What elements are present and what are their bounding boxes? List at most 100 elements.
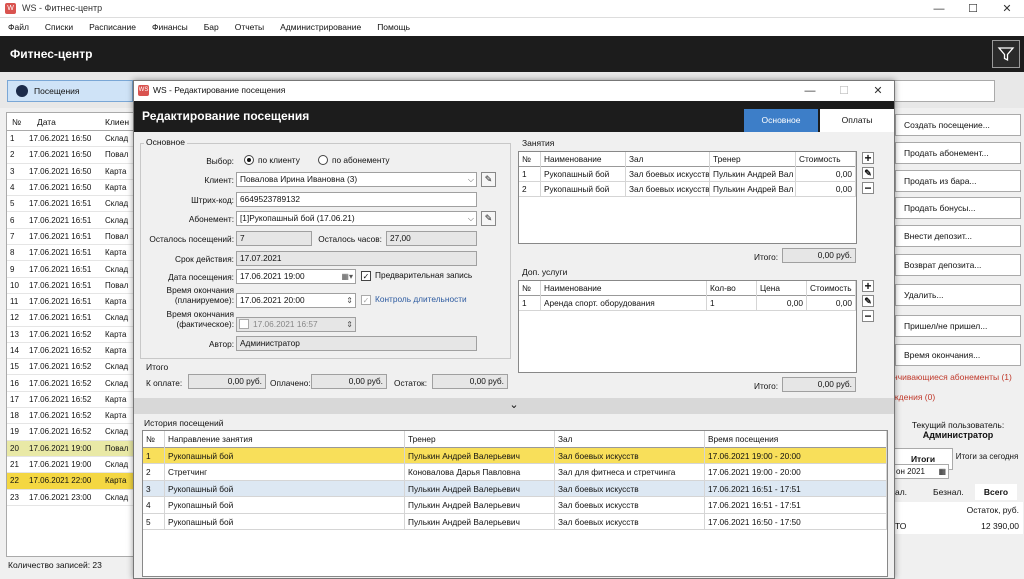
table-row[interactable]: 21 17.06.2021 19:00 Склад bbox=[7, 457, 135, 474]
col-total[interactable]: Всего bbox=[975, 484, 1017, 500]
end-time-button[interactable]: Время окончания... bbox=[895, 344, 1021, 366]
col-cash[interactable]: ал. bbox=[893, 484, 933, 500]
table-row[interactable]: 3 Рукопашный бой Пулькин Андрей Валерьевич… bbox=[143, 480, 887, 497]
subscription-select[interactable]: [1]Рукопашный бой (17.06.21) ⌵ bbox=[236, 211, 477, 226]
table-row[interactable]: 13 17.06.2021 16:52 Карта bbox=[7, 327, 135, 343]
attendance-button[interactable]: Пришел/не пришел... bbox=[895, 315, 1021, 337]
table-row[interactable]: 5 17.06.2021 16:51 Склад bbox=[7, 196, 135, 213]
client-select[interactable]: Повалова Ирина Ивановна (3) ⌵ bbox=[236, 172, 477, 187]
menu-help[interactable]: Помощь bbox=[377, 22, 410, 32]
table-row[interactable]: 12 17.06.2021 16:51 Склад bbox=[7, 310, 135, 327]
table-row[interactable]: 23 17.06.2021 23:00 Склад bbox=[7, 490, 135, 506]
table-row[interactable]: 5 Рукопашный бой Пулькин Андрей Валерьевич… bbox=[143, 513, 887, 530]
table-row[interactable]: 14 17.06.2021 16:52 Карта bbox=[7, 343, 135, 360]
remove-extra-button[interactable]: − bbox=[862, 310, 874, 322]
col-header[interactable]: Зал bbox=[555, 431, 705, 448]
deposit-return-button[interactable]: Возврат депозита... bbox=[895, 254, 1021, 276]
collapse-toggle[interactable]: ⌄ bbox=[134, 398, 894, 414]
table-row[interactable]: 10 17.06.2021 16:51 Повал bbox=[7, 278, 135, 294]
table-row[interactable]: 18 17.06.2021 16:52 Карта bbox=[7, 408, 135, 425]
radio-by-client[interactable] bbox=[244, 155, 254, 165]
menu-reports[interactable]: Отчеты bbox=[235, 22, 264, 32]
table-row[interactable]: 15 17.06.2021 16:52 Склад bbox=[7, 359, 135, 376]
col-header[interactable]: № bbox=[519, 281, 541, 296]
expiring-subscriptions-link[interactable]: нчивающиеся абонементы (1) bbox=[893, 372, 1012, 382]
prebook-checkbox[interactable]: ✓ bbox=[361, 271, 371, 281]
deposit-button[interactable]: Внести депозит... bbox=[895, 225, 1021, 247]
minimize-icon[interactable]: — bbox=[922, 0, 956, 18]
minimize-icon[interactable]: — bbox=[794, 81, 826, 101]
delete-button[interactable]: Удалить... bbox=[895, 284, 1021, 306]
col-noncash[interactable]: Безнал. bbox=[933, 484, 975, 500]
table-row[interactable]: 4 17.06.2021 16:50 Карта bbox=[7, 180, 135, 197]
menu-lists[interactable]: Списки bbox=[45, 22, 73, 32]
edit-subscription-button[interactable]: ✎ bbox=[481, 211, 496, 226]
visit-date-picker[interactable]: 17.06.2021 19:00 ▦▾ bbox=[236, 269, 356, 284]
col-header[interactable]: Клиен bbox=[105, 117, 135, 127]
date-picker[interactable]: он 2021 ▦ bbox=[893, 464, 949, 479]
table-row[interactable]: 3 17.06.2021 16:50 Карта bbox=[7, 164, 135, 180]
table-row[interactable]: 2 Стретчинг Коновалова Дарья Павловна Зал д… bbox=[143, 464, 887, 481]
col-header[interactable]: Стоимость bbox=[796, 152, 856, 167]
add-extra-button[interactable]: + bbox=[862, 280, 874, 292]
edit-client-button[interactable]: ✎ bbox=[481, 172, 496, 187]
table-row[interactable]: 16 17.06.2021 16:52 Склад bbox=[7, 375, 135, 392]
col-header[interactable]: Направление занятия bbox=[165, 431, 405, 448]
col-header[interactable]: Наименование bbox=[541, 281, 707, 296]
sell-bonuses-button[interactable]: Продать бонусы... bbox=[895, 197, 1021, 219]
menu-bar-item[interactable]: Бар bbox=[204, 22, 219, 32]
menu-file[interactable]: Файл bbox=[8, 22, 29, 32]
barcode-input[interactable]: 6649523789132 bbox=[236, 192, 477, 207]
table-row[interactable]: 1 17.06.2021 16:50 Склад bbox=[7, 131, 135, 148]
col-header[interactable]: Время посещения bbox=[705, 431, 887, 448]
table-row[interactable]: 1 Рукопашный бой Пулькин Андрей Валерьевич… bbox=[143, 447, 887, 464]
col-header[interactable]: № bbox=[143, 431, 165, 448]
col-header[interactable]: Кол-во bbox=[707, 281, 757, 296]
tab-totals-today[interactable]: Итоги за сегодня bbox=[955, 448, 1019, 478]
table-row[interactable]: 4 Рукопашный бой Пулькин Андрей Валерьевич… bbox=[143, 497, 887, 514]
sell-subscription-button[interactable]: Продать абонемент... bbox=[895, 142, 1021, 164]
col-header[interactable]: Тренер bbox=[710, 152, 796, 167]
table-row[interactable]: 22 17.06.2021 22:00 Карта bbox=[7, 473, 135, 490]
edit-class-button[interactable]: ✎ bbox=[862, 167, 874, 179]
col-header[interactable]: Цена bbox=[757, 281, 807, 296]
duration-control-checkbox[interactable]: ✓ bbox=[361, 295, 371, 305]
filter-button[interactable] bbox=[992, 40, 1020, 68]
col-header[interactable]: Тренер bbox=[405, 431, 555, 448]
end-actual-input[interactable]: 17.06.2021 16:57 ⇕ bbox=[236, 317, 356, 332]
table-row[interactable]: 9 17.06.2021 16:51 Склад bbox=[7, 261, 135, 278]
sell-from-bar-button[interactable]: Продать из бара... bbox=[895, 170, 1021, 192]
birthdays-link[interactable]: ждения (0) bbox=[893, 392, 935, 402]
edit-extra-button[interactable]: ✎ bbox=[862, 295, 874, 307]
menu-schedule[interactable]: Расписание bbox=[89, 22, 136, 32]
add-class-button[interactable]: + bbox=[862, 152, 874, 164]
col-header[interactable]: Дата bbox=[29, 117, 105, 127]
table-row[interactable]: 19 17.06.2021 16:52 Склад bbox=[7, 424, 135, 441]
end-actual-checkbox[interactable] bbox=[239, 319, 249, 329]
remove-class-button[interactable]: − bbox=[862, 182, 874, 194]
table-row[interactable]: 2 17.06.2021 16:50 Повал bbox=[7, 147, 135, 164]
table-row[interactable]: 17 17.06.2021 16:52 Карта bbox=[7, 392, 135, 409]
table-row[interactable]: 1 Аренда спорт. оборудования 1 0,00 0,00 bbox=[519, 296, 856, 311]
radio-by-subscription[interactable] bbox=[318, 155, 328, 165]
close-icon[interactable]: ✕ bbox=[862, 81, 894, 101]
table-row[interactable]: 2 Рукопашный бой Зал боевых искусств Пульки… bbox=[519, 182, 856, 197]
menu-finance[interactable]: Финансы bbox=[152, 22, 188, 32]
table-row[interactable]: 7 17.06.2021 16:51 Повал bbox=[7, 229, 135, 246]
table-row[interactable]: 11 17.06.2021 16:51 Карта bbox=[7, 294, 135, 311]
table-row[interactable]: 20 17.06.2021 19:00 Повал bbox=[7, 440, 135, 457]
col-header[interactable]: Наименование bbox=[541, 152, 626, 167]
tab-main[interactable]: Основное bbox=[744, 109, 818, 132]
col-header[interactable]: Стоимость bbox=[807, 281, 856, 296]
table-row[interactable]: 1 Рукопашный бой Зал боевых искусств Пульки… bbox=[519, 167, 856, 182]
col-header[interactable]: Зал bbox=[626, 152, 710, 167]
col-header[interactable]: № bbox=[7, 117, 29, 127]
end-planned-input[interactable]: 17.06.2021 20:00 ⇕ bbox=[236, 293, 356, 308]
nav-visits-button[interactable]: Посещения bbox=[7, 80, 133, 102]
table-row[interactable]: 6 17.06.2021 16:51 Склад bbox=[7, 212, 135, 229]
close-icon[interactable]: ✕ bbox=[990, 0, 1024, 18]
create-visit-button[interactable]: Создать посещение... bbox=[895, 114, 1021, 136]
tab-payments[interactable]: Оплаты bbox=[820, 109, 894, 132]
table-row[interactable]: 8 17.06.2021 16:51 Карта bbox=[7, 245, 135, 262]
col-header[interactable]: № bbox=[519, 152, 541, 167]
